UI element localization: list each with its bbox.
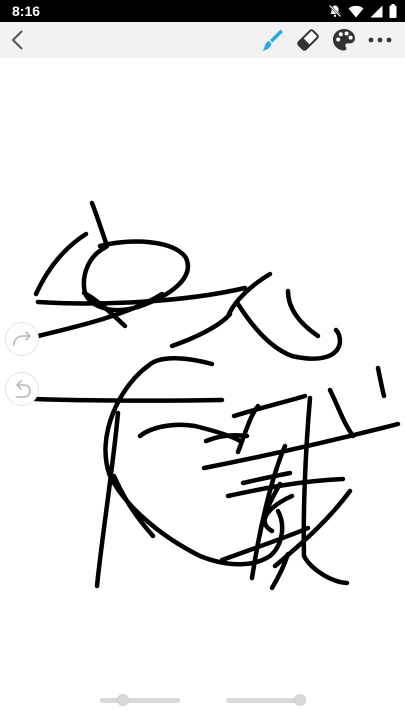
eraser-tool-button[interactable] <box>294 26 322 54</box>
chevron-left-icon <box>11 30 23 50</box>
drawing-stroke <box>89 200 110 249</box>
brush-icon <box>262 29 283 51</box>
drawing-stroke <box>103 356 285 567</box>
signal-icon <box>370 5 383 17</box>
undo-icon <box>16 380 31 398</box>
slider-thumb[interactable] <box>117 694 129 706</box>
redo-button[interactable] <box>5 322 39 356</box>
drawing-stroke <box>32 396 225 403</box>
status-bar: 8:16 <box>0 0 405 22</box>
status-time: 8:16 <box>12 3 41 19</box>
handwriting-strokes <box>32 200 401 591</box>
brush-tool-button[interactable] <box>258 26 286 54</box>
opacity-slider[interactable] <box>226 694 306 706</box>
drawing-stroke <box>301 395 350 586</box>
drawing-stroke <box>240 470 293 486</box>
palette-tool-button[interactable] <box>330 26 358 54</box>
drawing-stroke <box>226 271 273 317</box>
notifications-off-icon <box>328 4 342 18</box>
drawing-stroke <box>235 301 343 361</box>
eraser-icon <box>297 29 319 51</box>
drawing-stroke <box>231 393 308 419</box>
drawing-stroke <box>327 387 356 439</box>
drawing-stroke <box>285 288 321 339</box>
drawing-stroke <box>375 365 387 399</box>
wifi-icon <box>348 5 364 17</box>
battery-icon <box>389 4 397 18</box>
slider-thumb[interactable] <box>294 694 306 706</box>
palette-icon <box>333 29 355 51</box>
toolbar <box>0 22 405 58</box>
drawing-stroke <box>137 422 243 444</box>
brush-size-slider[interactable] <box>100 694 180 706</box>
drawing-stroke <box>201 421 401 471</box>
status-icons <box>322 3 397 19</box>
drawing-stroke <box>33 231 89 297</box>
back-button[interactable] <box>4 26 32 54</box>
drawing-stroke <box>169 311 233 349</box>
drawing-stroke <box>35 285 248 306</box>
more-icon <box>368 37 392 43</box>
drawing-canvas[interactable] <box>0 58 405 721</box>
slider-track <box>100 698 180 703</box>
undo-button[interactable] <box>5 372 39 406</box>
drawing-stroke <box>219 525 311 563</box>
redo-icon <box>13 331 31 346</box>
more-button[interactable] <box>366 26 394 54</box>
